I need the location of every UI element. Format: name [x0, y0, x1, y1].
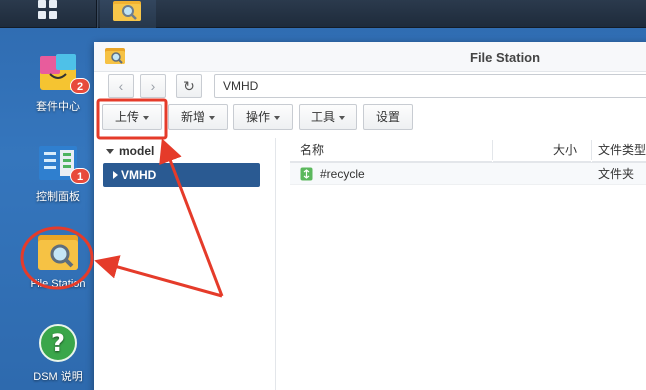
- window-titlebar[interactable]: File Station: [94, 42, 646, 72]
- grid-menu-icon: [38, 0, 60, 20]
- navigation-bar: ‹ › ↻ VMHD: [94, 72, 646, 102]
- refresh-button[interactable]: ↻: [176, 74, 202, 98]
- taskbar-divider: [96, 0, 98, 28]
- caret-down-icon: [339, 115, 345, 120]
- file-station-window: File Station ‹ › ↻ VMHD 上传 新增 操作 工具 设置 m…: [94, 42, 646, 390]
- svg-text:?: ?: [51, 329, 65, 357]
- file-name: #recycle: [320, 167, 365, 181]
- collapse-arrow-icon: [113, 171, 118, 179]
- upload-button[interactable]: 上传: [102, 104, 162, 130]
- desktop-icon-control-panel[interactable]: 1 控制面板: [18, 140, 98, 204]
- action-label: 操作: [245, 110, 270, 124]
- expand-icon: [106, 149, 114, 155]
- tools-button[interactable]: 工具: [299, 104, 357, 130]
- forward-button[interactable]: ›: [140, 74, 166, 98]
- tree-root-label: model: [119, 144, 155, 158]
- desktop-icon-label: 套件中心: [36, 101, 80, 113]
- create-label: 新增: [180, 110, 205, 124]
- chevron-right-icon: ›: [150, 78, 156, 94]
- caret-down-icon: [143, 115, 149, 120]
- column-header-name[interactable]: 名称: [290, 138, 492, 162]
- chevron-left-icon: ‹: [118, 78, 124, 94]
- file-type: 文件夹: [598, 167, 635, 181]
- desktop-icon-label: File Station: [30, 278, 86, 290]
- help-icon: ?: [39, 324, 77, 362]
- folder-tree: model VMHD: [94, 138, 276, 390]
- tree-item-vmhd[interactable]: VMHD: [103, 163, 260, 187]
- column-header-label: 大小: [552, 143, 577, 157]
- notification-badge: 2: [70, 78, 90, 94]
- caret-down-icon: [274, 115, 280, 120]
- recycle-bin-icon: [300, 167, 313, 181]
- file-list: 名称 大小 文件类型 #recycle 文件夹: [290, 138, 646, 390]
- tree-item-label: VMHD: [121, 168, 157, 182]
- main-menu-button[interactable]: [0, 0, 96, 28]
- desktop-icon-package-center[interactable]: 2 套件中心: [18, 50, 98, 114]
- upload-label: 上传: [114, 110, 139, 124]
- settings-button[interactable]: 设置: [363, 104, 413, 130]
- window-title: File Station: [470, 50, 541, 65]
- taskbar: [0, 0, 646, 28]
- action-button[interactable]: 操作: [233, 104, 293, 130]
- desktop-icon-file-station[interactable]: File Station: [18, 230, 98, 294]
- desktop-icon-dsm-help[interactable]: ? DSM 说明: [18, 322, 98, 384]
- notification-badge: 1: [70, 168, 90, 184]
- settings-label: 设置: [375, 110, 400, 124]
- tree-root-model[interactable]: model: [106, 144, 154, 158]
- column-header-type[interactable]: 文件类型: [592, 138, 646, 162]
- back-button[interactable]: ‹: [108, 74, 134, 98]
- table-row[interactable]: #recycle 文件夹: [290, 163, 646, 185]
- column-header-size[interactable]: 大小: [493, 138, 591, 162]
- desktop-icon-label: DSM 说明: [33, 371, 83, 383]
- caret-down-icon: [209, 115, 215, 120]
- taskbar-file-station-button[interactable]: [100, 0, 156, 28]
- path-input[interactable]: VMHD: [214, 74, 646, 98]
- tools-label: 工具: [310, 110, 335, 124]
- refresh-icon: ↻: [183, 78, 195, 94]
- column-header-label: 名称: [300, 143, 325, 157]
- column-header-label: 文件类型: [598, 143, 646, 157]
- toolbar: 上传 新增 操作 工具 设置: [94, 104, 646, 132]
- file-station-icon: [38, 235, 78, 270]
- create-button[interactable]: 新增: [168, 104, 228, 130]
- file-station-icon: [113, 1, 141, 21]
- desktop-icon-label: 控制面板: [36, 191, 80, 203]
- file-station-icon: [105, 48, 125, 64]
